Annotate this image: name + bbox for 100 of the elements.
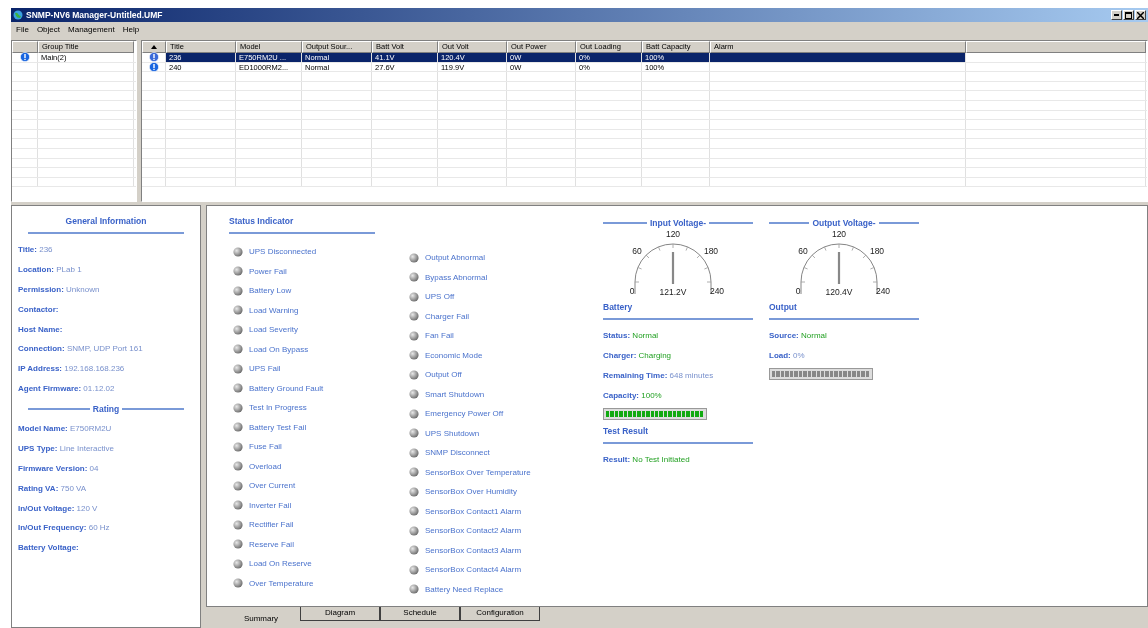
status-light-icon (409, 428, 419, 439)
sort-up-icon (151, 45, 157, 49)
status-light-icon (233, 441, 243, 452)
tab[interactable]: Schedule (380, 607, 460, 621)
status-light-icon (409, 330, 419, 341)
status-light-icon (233, 578, 243, 589)
menu-item[interactable]: Management (65, 24, 118, 34)
menu-item[interactable]: File (13, 24, 32, 34)
status-label: Battery Ground Fault (249, 383, 324, 393)
status-label: Smart Shutdown (425, 389, 485, 399)
status-light-icon (233, 324, 243, 335)
minimize-icon (1114, 14, 1119, 16)
status-label: Output Abnormal (425, 253, 486, 263)
gauge-reading: 120.4V (825, 287, 853, 297)
close-icon (1137, 11, 1144, 19)
status-label: Battery Low (249, 286, 292, 296)
info-field: In/Out Voltage: 120 V (18, 498, 194, 519)
status-label: Reserve Fail (249, 539, 294, 549)
section-heading: General Information (28, 216, 184, 234)
info-field: Agent Firmware: 01.12.02 (18, 379, 194, 400)
section-heading: Test Result (603, 425, 753, 444)
maximize-button[interactable] (1123, 10, 1134, 20)
menu-item[interactable]: Help (119, 24, 143, 34)
info-field: Capacity: 100% (603, 385, 753, 406)
section-heading: Output (769, 302, 919, 320)
gauge-tick-label: 240 (709, 286, 725, 296)
status-light-icon (233, 246, 243, 257)
status-light-icon (233, 558, 243, 569)
status-label: Over Current (249, 481, 296, 491)
section-heading: Rating (92, 404, 120, 415)
status-light-icon (233, 519, 243, 530)
status-label: UPS Off (425, 292, 455, 302)
info-field: Host Name: (18, 319, 194, 340)
gauge-tick-label: 0 (795, 286, 801, 296)
status-light-icon (409, 311, 419, 322)
info-field: Status: Normal (603, 326, 753, 346)
status-label: UPS Disconnected (249, 247, 317, 257)
info-field: Battery Voltage: (18, 538, 194, 559)
menu-item[interactable]: Object (33, 24, 63, 34)
info-icon (148, 52, 159, 63)
status-light-icon (233, 461, 243, 472)
info-field: IP Address: 192.168.168.236 (18, 359, 194, 380)
gauge-reading: 121.2V (659, 287, 687, 297)
status-label: Load On Bypass (249, 344, 309, 354)
status-light-icon (409, 291, 419, 302)
status-label: Fuse Fail (249, 442, 282, 452)
status-label: Charger Fail (425, 311, 469, 321)
status-label: Bypass Abnormal (425, 272, 488, 282)
column-header[interactable] (966, 41, 1146, 53)
section-heading: Output Voltage- (812, 218, 876, 228)
status-label: SensorBox Over Temperature (425, 467, 531, 477)
status-light-icon (233, 480, 243, 491)
close-button[interactable] (1135, 10, 1146, 20)
gauge-tick-label: 60 (798, 246, 808, 256)
status-label: SensorBox Contact4 Alarm (425, 565, 522, 575)
status-light-icon (409, 447, 419, 458)
status-label: SNMP Disconnect (425, 448, 490, 458)
status-light-icon (409, 350, 419, 361)
tab[interactable]: Configuration (460, 607, 540, 621)
gauge-tick-label: 120 (665, 230, 681, 239)
tab[interactable]: Diagram (300, 607, 380, 621)
status-light-icon (233, 305, 243, 316)
status-light-icon (233, 363, 243, 374)
status-light-icon (409, 525, 419, 536)
info-field: Permission: Unknown (18, 279, 194, 300)
info-field: Source: Normal (769, 326, 919, 346)
status-label: Battery Test Fail (249, 422, 307, 432)
status-light-icon (409, 467, 419, 478)
column-header[interactable] (12, 41, 38, 53)
info-field: Remaining Time: 648 minutes (603, 365, 753, 386)
status-label: SensorBox Contact3 Alarm (425, 545, 522, 555)
info-field: Load: 0% (769, 345, 919, 366)
status-light-icon (409, 389, 419, 400)
info-field: Rating VA: 750 VA (18, 478, 194, 499)
gauge-tick-label: 60 (632, 246, 642, 256)
minimize-button[interactable] (1111, 10, 1122, 20)
status-label: Load On Reserve (249, 559, 312, 569)
maximize-icon (1125, 11, 1132, 19)
status-light-icon (409, 369, 419, 380)
status-label: Overload (249, 461, 282, 471)
section-heading: Input Voltage- (650, 218, 706, 228)
status-label: Rectifier Fail (249, 520, 294, 530)
status-light-icon (233, 539, 243, 550)
info-field: Connection: SNMP, UDP Port 161 (18, 339, 194, 360)
status-light-icon (233, 285, 243, 296)
gauge-tick-label: 120 (831, 230, 847, 239)
gauge-tick-label: 0 (629, 286, 635, 296)
status-light-icon (233, 383, 243, 394)
status-light-icon (409, 272, 419, 283)
status-light-icon (409, 252, 419, 263)
info-field: In/Out Frequency: 60 Hz (18, 518, 194, 539)
sort-header[interactable] (142, 41, 166, 53)
info-field: Result: No Test Initiated (603, 449, 753, 470)
title-bar: SNMP-NV6 Manager-Untitled.UMF (11, 8, 1148, 22)
section-heading: Battery (603, 302, 753, 320)
section-heading: Status Indicator (229, 216, 375, 234)
status-light-icon (233, 344, 243, 355)
info-field: Contactor: (18, 299, 194, 320)
status-light-icon (233, 500, 243, 511)
gauge-tick-label: 180 (703, 246, 719, 256)
